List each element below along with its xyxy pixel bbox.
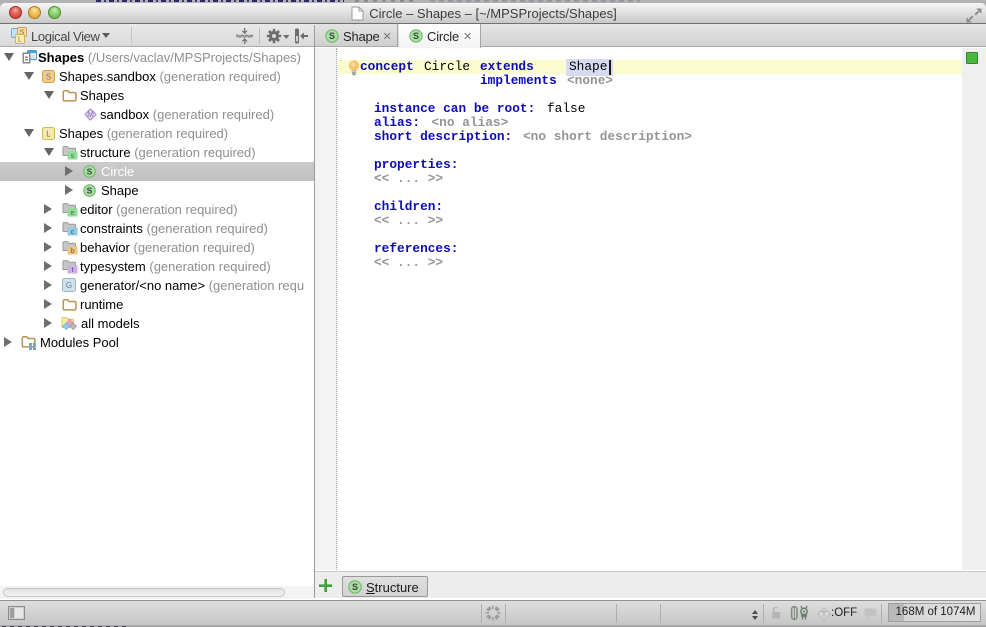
svg-text:G: G <box>66 281 72 290</box>
svg-text:S: S <box>413 31 419 41</box>
svg-text:S: S <box>329 31 335 41</box>
svg-text:S: S <box>352 582 358 592</box>
svg-text:T: T <box>822 610 827 619</box>
svg-text:s: s <box>71 151 75 160</box>
svg-text:S: S <box>87 167 93 177</box>
svg-text:L: L <box>18 37 22 44</box>
svg-text:b: b <box>70 246 74 255</box>
svg-text:c: c <box>71 227 75 236</box>
svg-text:e: e <box>70 208 74 217</box>
svg-text:S: S <box>46 73 51 82</box>
svg-text:L: L <box>46 130 51 139</box>
svg-text:S: S <box>87 186 93 196</box>
svg-text:M: M <box>87 110 94 119</box>
